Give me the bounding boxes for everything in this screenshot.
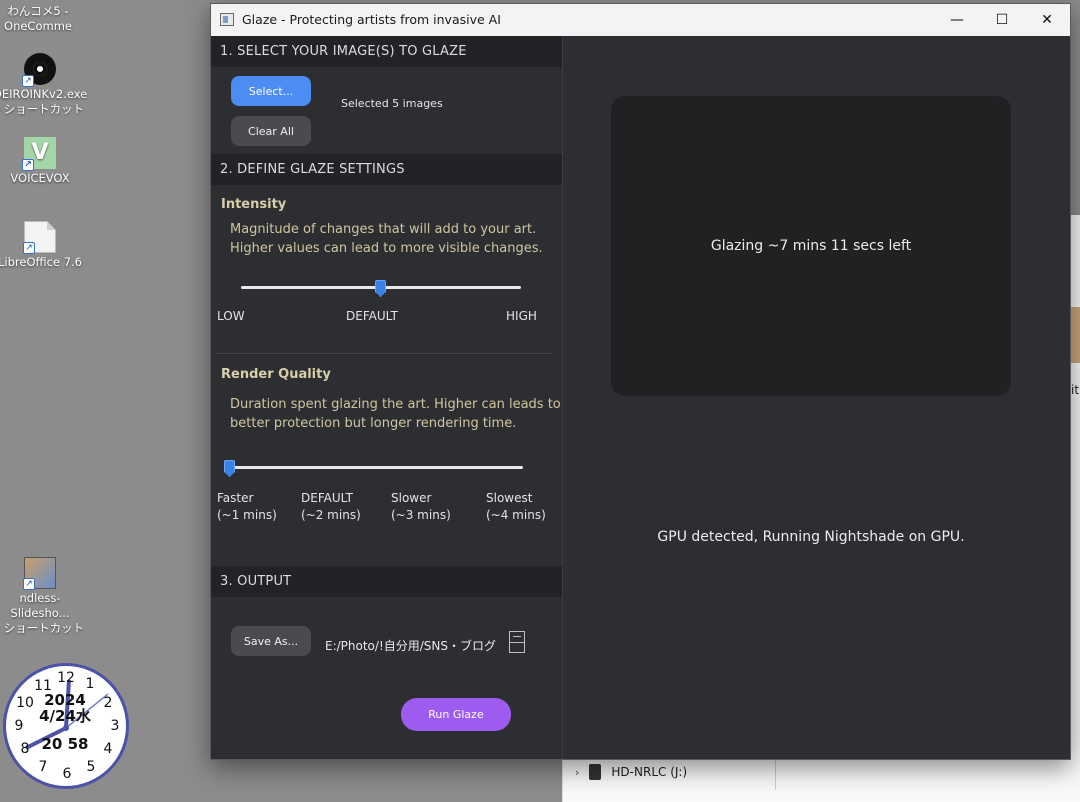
settings-separator [216,353,552,354]
shortcut-arrow-icon: ↗ [22,159,34,171]
output-path: E:/Photo/!自分用/SNS・ブログ [325,639,497,653]
render-option-time: (~2 mins) [301,508,361,522]
render-option-slower: Slower (~3 mins) [391,490,451,524]
app-window-icon [220,13,234,26]
background-thumbnail [1071,307,1080,363]
clock-number: 6 [62,766,72,782]
section-header-select: 1. SELECT YOUR IMAGE(S) TO GLAZE [211,36,562,67]
render-quality-slider-track[interactable] [227,466,523,469]
desktop-icon-voicevox[interactable]: V ↗ VOICEVOX [0,137,90,186]
render-option-slowest: Slowest (~4 mins) [486,490,546,524]
render-option-time: (~1 mins) [217,508,277,522]
desktop-icon-slideshow[interactable]: ↗ ndless-Slidesho... - ショートカット [0,557,90,636]
maximize-button[interactable]: ☐ [979,4,1025,36]
intensity-description-1: Magnitude of changes that will add to yo… [230,222,537,237]
title-bar[interactable]: Glaze - Protecting artists from invasive… [211,4,1070,36]
preview-pane: Glazing ~7 mins 11 secs left GPU detecte… [563,36,1070,759]
clock-number: 12 [57,670,75,686]
background-partial-text: itl [1071,383,1080,397]
clock-number: 2 [103,695,113,711]
close-button[interactable]: ✕ [1024,4,1070,36]
section-header-settings: 2. DEFINE GLAZE SETTINGS [211,154,562,185]
clock-time: 20 58 [41,735,89,753]
render-quality-description-2: better protection but longer rendering t… [230,416,517,431]
glaze-window: Glaze - Protecting artists from invasive… [210,3,1071,760]
intensity-low-label: LOW [217,309,245,323]
folder-browse-icon[interactable] [509,631,525,653]
clock-date: 4/24水 [39,707,91,725]
clock-number: 4 [103,741,113,757]
voicevox-icon: V ↗ [22,137,56,171]
shortcut-arrow-icon: ↗ [23,578,35,590]
clock-number: 9 [14,718,24,734]
clock-number: 3 [110,718,120,734]
save-as-button[interactable]: Save As... [231,626,311,656]
desktop-icon-label: OEIROINKv2.exe - ショートカット [0,87,88,116]
render-quality-title: Render Quality [221,367,331,382]
section-header-output: 3. OUTPUT [211,566,562,597]
desktop-icon-label: VOICEVOX [10,171,70,185]
render-option-default: DEFAULT (~2 mins) [301,490,361,524]
shortcut-arrow-icon: ↗ [22,75,34,87]
desktop-icon-onecomme[interactable]: わんコメ5 - OneComme [0,4,88,34]
intensity-default-label: DEFAULT [346,309,398,323]
clock-number: 5 [86,759,96,775]
slideshow-icon: ↗ [23,557,56,590]
desktop-icon-label: LibreOffice 7.6 [0,255,82,269]
selected-images-status: Selected 5 images [341,97,443,110]
render-option-time: (~4 mins) [486,508,546,522]
render-option-time: (~3 mins) [391,508,451,522]
shortcut-arrow-icon: ↗ [23,242,35,254]
desktop-icon-label: わんコメ5 - OneComme [4,4,72,33]
gpu-status-text: GPU detected, Running Nightshade on GPU. [657,529,965,545]
intensity-title: Intensity [221,197,287,212]
render-quality-description-1: Duration spent glazing the art. Higher c… [230,397,561,412]
window-title: Glaze - Protecting artists from invasive… [242,12,501,27]
render-option-name: Slowest [486,491,533,505]
clock-center [63,725,69,731]
glazing-progress-text: Glazing ~7 mins 11 secs left [710,238,912,254]
render-option-name: Slower [391,491,432,505]
clock-number: 7 [38,759,48,775]
clock-number: 1 [85,676,95,692]
select-images-button[interactable]: Select... [231,76,311,106]
render-option-name: DEFAULT [301,491,353,505]
render-option-faster: Faster (~1 mins) [217,490,277,524]
desktop-icon-oeiroink[interactable]: ↗ OEIROINKv2.exe - ショートカット [0,53,90,117]
preview-box: Glazing ~7 mins 11 secs left [611,96,1011,396]
run-glaze-button[interactable]: Run Glaze [401,698,511,731]
clock-year: 2024 [44,691,86,709]
drive-label: HD-NRLC (J:) [611,765,688,779]
settings-pane: 1. SELECT YOUR IMAGE(S) TO GLAZE Select.… [211,36,562,759]
document-icon: ↗ [23,221,56,254]
desktop-icon-libreoffice[interactable]: ↗ LibreOffice 7.6 [0,221,90,270]
app-eye-icon: ↗ [22,53,56,87]
background-window-edge: itl [1071,215,1080,802]
render-quality-slider-handle[interactable] [224,460,235,477]
desktop-icon-label: ndless-Slidesho... - ショートカット [3,591,85,635]
intensity-slider-handle[interactable] [375,280,386,297]
drive-icon [589,764,602,780]
chevron-right-icon[interactable]: › [575,766,579,779]
render-option-name: Faster [217,491,254,505]
minimize-button[interactable]: — [934,4,980,36]
explorer-drive-row[interactable]: › HD-NRLC (J:) [575,764,687,780]
intensity-high-label: HIGH [506,309,537,323]
desktop-clock-widget: 12 1 2 3 4 5 6 7 8 9 10 11 2024 4/24水 20… [3,663,129,789]
clear-all-button[interactable]: Clear All [231,116,311,146]
intensity-description-2: Higher values can lead to more visible c… [230,241,543,256]
